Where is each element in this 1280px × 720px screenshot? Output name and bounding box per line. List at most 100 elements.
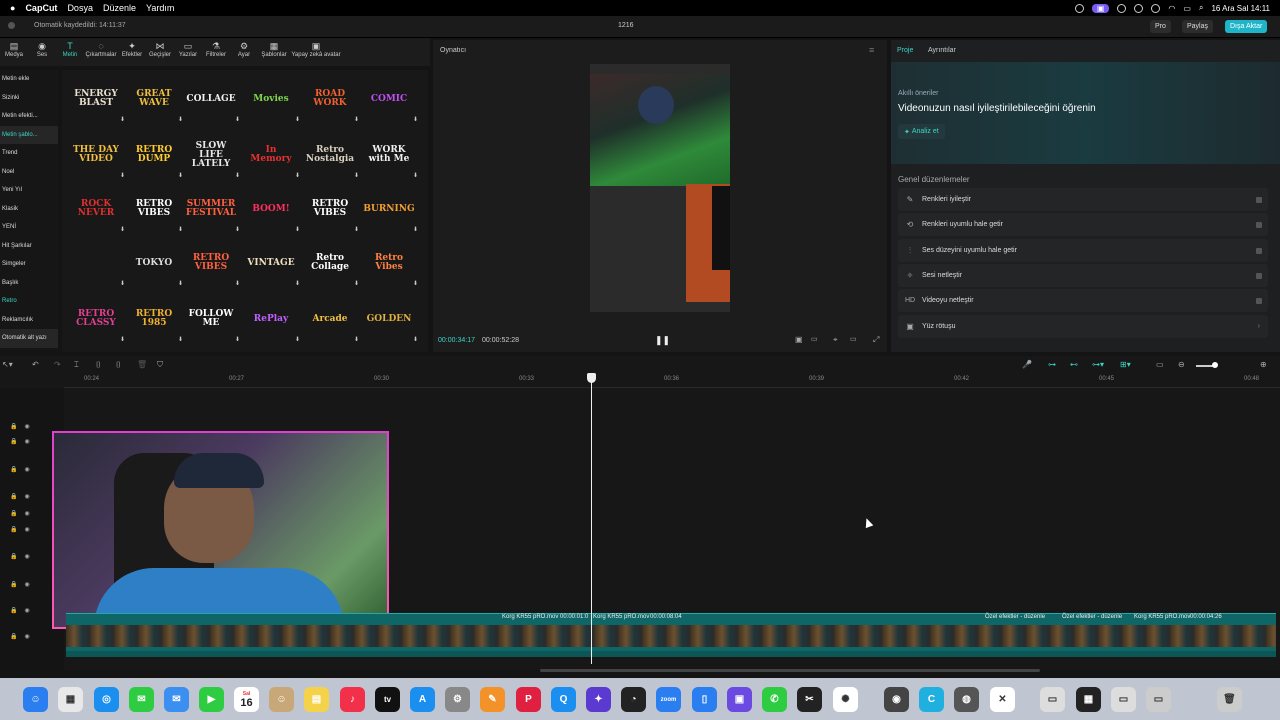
category-item[interactable]: Klasik [0, 200, 58, 219]
menu-edit[interactable]: Düzenle [103, 3, 136, 13]
text-template-tile[interactable]: WORK with Me [365, 134, 413, 176]
download-icon[interactable]: ⬇ [354, 280, 360, 287]
text-template-tile[interactable]: ROAD WORK [306, 78, 354, 120]
category-item[interactable]: Otomatik alt yazı [0, 329, 58, 348]
capcut-icon[interactable]: ✕ [990, 687, 1015, 712]
zoom-out-icon[interactable]: ⊖ [1178, 360, 1185, 369]
text-template-tile[interactable]: RETRO VIBES [130, 188, 178, 230]
download-icon[interactable]: ⬇ [295, 280, 301, 287]
download-icon[interactable]: ⬇ [178, 280, 184, 287]
download-icon[interactable]: ⬇ [178, 336, 184, 343]
category-item[interactable]: Trend [0, 144, 58, 163]
tool-templates[interactable]: ▦ Şablonlar [258, 38, 290, 66]
clock[interactable]: 16 Ara Sal 14:11 [1211, 4, 1270, 13]
text-template-tile[interactable]: RETRO CLASSY [72, 298, 120, 340]
tool-ai-avatar[interactable]: ▣ Yapay zekâ avatar [290, 38, 342, 66]
lock-icon[interactable]: 🔒 [10, 510, 17, 522]
select-tool-icon[interactable]: ↖▾ [2, 360, 13, 369]
eye-icon[interactable]: ◉ [24, 581, 29, 593]
window-close-button[interactable] [8, 22, 15, 29]
text-template-tile[interactable]: Arcade [306, 298, 354, 340]
text-template-tile[interactable]: GOLDEN [365, 298, 413, 340]
shield-icon[interactable]: ⛉ [157, 360, 163, 370]
split-icon[interactable]: ⌶ [74, 360, 79, 370]
preview-axis-icon[interactable]: ⊞▾ [1120, 360, 1131, 369]
vpn-icon[interactable]: ◍ [954, 687, 979, 712]
pause-icon[interactable]: ❚❚ [655, 335, 670, 346]
text-template-tile[interactable]: RETRO VIBES [187, 242, 235, 284]
trash-icon[interactable]: 🗑 [1217, 687, 1242, 712]
toggle[interactable] [1256, 221, 1262, 228]
contacts-icon[interactable]: ☺ [269, 687, 294, 712]
zoom-app-icon[interactable]: zoom [656, 687, 681, 712]
eye-icon[interactable]: ◉ [24, 466, 29, 478]
tool-adjust[interactable]: ⚙ Ayar [230, 38, 258, 66]
text-template-tile[interactable]: SUMMER FESTIVAL [186, 188, 236, 230]
caption-icon[interactable]: ▭ [1156, 360, 1164, 369]
quality-icon[interactable]: ▭ [811, 335, 818, 343]
text-template-tile[interactable]: GREAT WAVE [130, 78, 178, 120]
timeline-scrollbar[interactable] [540, 669, 1040, 672]
download-icon[interactable]: ⬇ [413, 172, 419, 179]
ios-app-icon[interactable]: ▯ [692, 687, 717, 712]
download-icon[interactable]: ⬇ [354, 116, 360, 123]
magnet-icon[interactable]: ⊷ [1070, 360, 1078, 369]
screen-record-icon[interactable]: ▣ [1091, 3, 1110, 13]
text-template-tile[interactable]: RePlay [247, 298, 295, 340]
lock-icon[interactable]: 🔒 [10, 633, 17, 645]
screen-icon[interactable]: ▭ [1146, 687, 1171, 712]
text-template-tile[interactable]: THE DAY VIDEO [72, 134, 120, 176]
category-item[interactable]: Retro [0, 292, 58, 311]
share-button[interactable]: Paylaş [1182, 20, 1214, 33]
text-template-tile[interactable]: SLOW LIFE LATELY [187, 134, 235, 176]
snap-icon[interactable]: ⊶▾ [1092, 360, 1104, 369]
undo-icon[interactable]: ↶ [32, 360, 39, 369]
lock-icon[interactable]: 🔒 [10, 607, 17, 619]
download-icon[interactable]: ⬇ [120, 172, 126, 179]
final-cut-icon[interactable]: ✂ [797, 687, 822, 712]
text-template-tile[interactable]: Retro Nostalgia [306, 134, 354, 176]
text-template-tile[interactable]: FOLLOW ME [187, 298, 235, 340]
trim-right-icon[interactable]: ⌷ [116, 360, 121, 370]
export-button[interactable]: Dışa Aktar [1225, 20, 1268, 33]
tab-details[interactable]: Ayrıntılar [928, 47, 956, 54]
activity-monitor-icon[interactable]: ◔ [621, 687, 646, 712]
text-template-tile[interactable]: RETRO 1985 [130, 298, 178, 340]
printer-icon[interactable]: ▭ [1040, 687, 1065, 712]
download-icon[interactable]: ⬇ [120, 226, 126, 233]
download-icon[interactable]: ⬇ [235, 226, 241, 233]
link-icon[interactable]: ⊶ [1048, 360, 1056, 369]
menu-file[interactable]: Dosya [67, 3, 93, 13]
safari-icon[interactable]: ◎ [94, 687, 119, 712]
apple-icon[interactable]: ● [10, 3, 15, 13]
canva-icon[interactable]: C [919, 687, 944, 712]
tool-captions[interactable]: ▭ Yazılar [174, 38, 202, 66]
download-icon[interactable]: ⬇ [295, 116, 301, 123]
option-match-colors[interactable]: ⟲ Renkleri uyumlu hale getir [898, 213, 1268, 236]
fullscreen-icon[interactable]: ⤢ [873, 335, 879, 345]
redo-icon[interactable]: ↷ [54, 360, 61, 369]
game-icon[interactable]: ✦ [586, 687, 611, 712]
download-icon[interactable]: ⬇ [120, 116, 126, 123]
launchpad-icon[interactable]: ▦ [58, 687, 83, 712]
pro-button[interactable]: Pro [1150, 20, 1171, 33]
lock-icon[interactable]: 🔒 [10, 466, 17, 478]
status-icon[interactable] [1134, 3, 1144, 13]
quicktime-icon[interactable]: Q [551, 687, 576, 712]
calendar-icon[interactable]: Sal 16 [234, 687, 259, 712]
apple-tv-icon[interactable]: tv [375, 687, 400, 712]
tool-text[interactable]: T Metin [56, 38, 84, 66]
system-settings-icon[interactable]: ⚙ [445, 687, 470, 712]
download-icon[interactable]: ⬇ [295, 172, 301, 179]
download-icon[interactable]: ⬇ [235, 172, 241, 179]
download-icon[interactable]: ⬇ [235, 116, 241, 123]
text-template-tile[interactable]: Movies [247, 78, 295, 120]
lock-icon[interactable]: 🔒 [10, 423, 17, 435]
download-icon[interactable]: ⬇ [413, 226, 419, 233]
eye-icon[interactable]: ◉ [24, 526, 29, 538]
category-item[interactable]: Metin ekle [0, 70, 58, 89]
tool-stickers[interactable]: ◌ Çıkartmalar [84, 38, 118, 66]
category-item[interactable]: Başlık [0, 274, 58, 293]
category-item[interactable]: Reklamcılık [0, 311, 58, 330]
toggle[interactable] [1256, 272, 1262, 279]
